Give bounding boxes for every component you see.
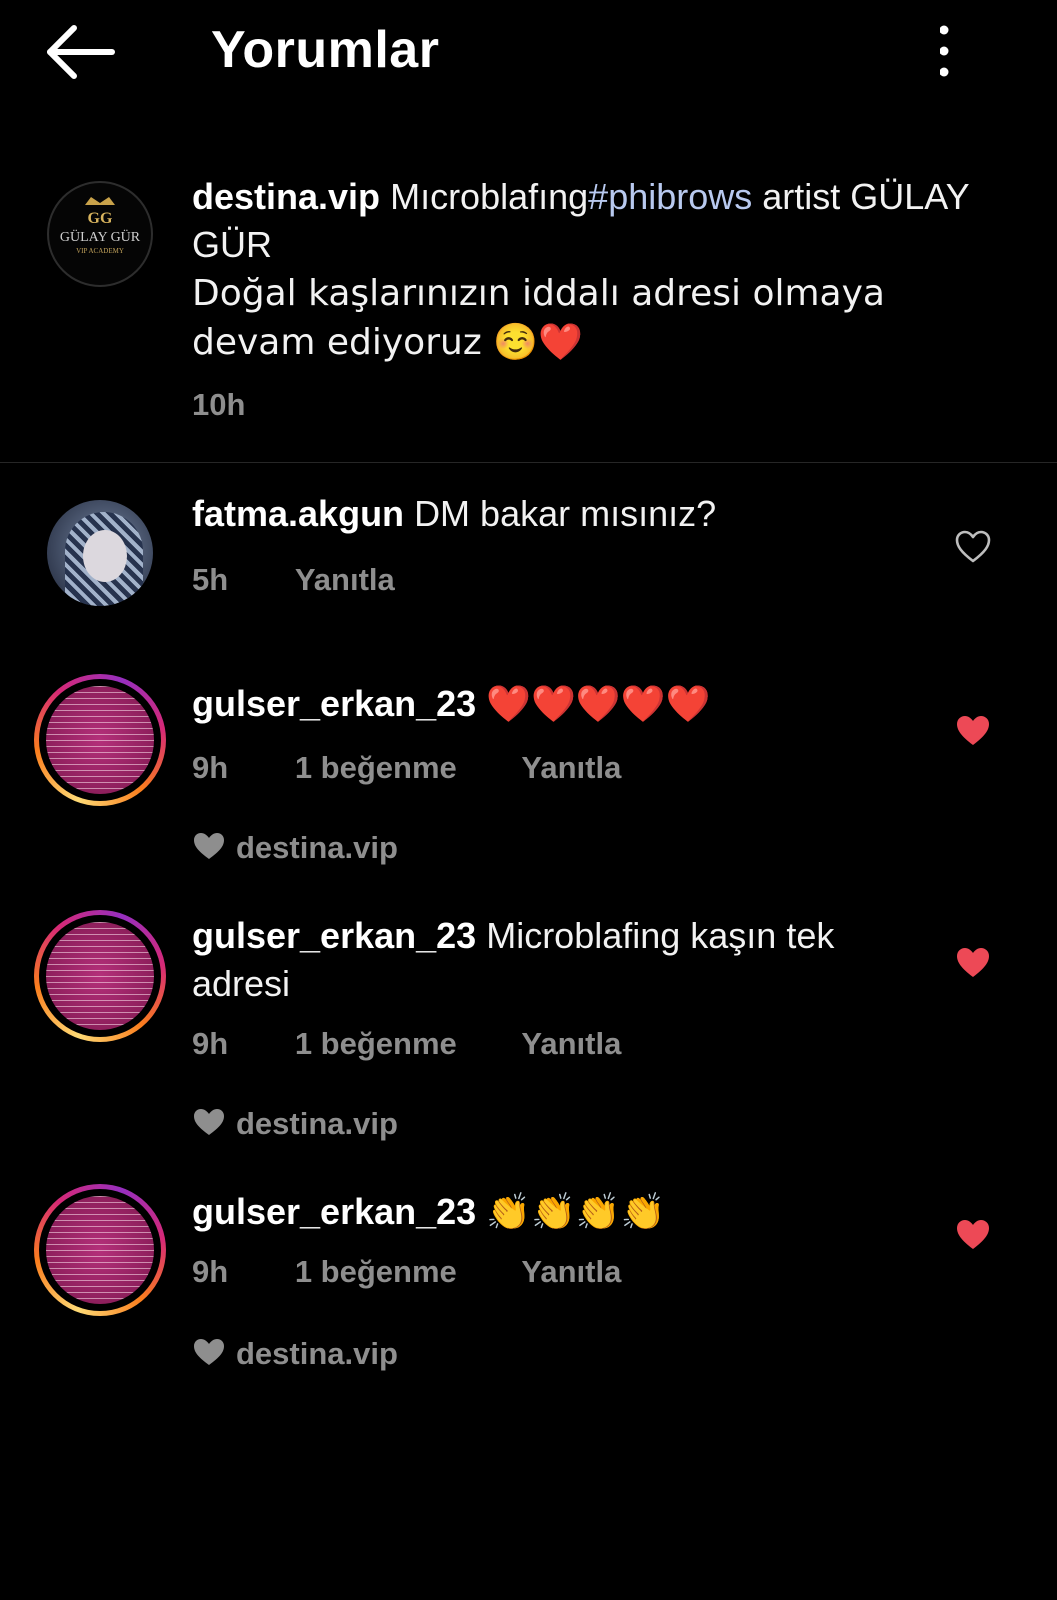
heart-icon xyxy=(192,1337,226,1367)
creator-liked-label: destina.vip xyxy=(192,830,398,866)
creator-liked-label: destina.vip xyxy=(192,1106,398,1142)
gulay-gur-logo-avatar[interactable]: GG GÜLAY GÜR VIP ACADEMY xyxy=(47,181,153,287)
story-ring-avatar[interactable] xyxy=(34,674,166,806)
comment-username[interactable]: gulser_erkan_23 xyxy=(192,915,476,956)
comment-timestamp: 9h xyxy=(192,1254,229,1289)
avatar xyxy=(46,1196,154,1304)
caption-timestamp: 10h xyxy=(192,387,246,422)
reply-button[interactable]: Yanıtla xyxy=(521,1026,621,1062)
comment-username[interactable]: gulser_erkan_23 xyxy=(192,683,476,724)
comment-timestamp: 9h xyxy=(192,1026,229,1061)
caption-text-start: Mıcroblafıng xyxy=(390,176,589,217)
back-button[interactable] xyxy=(40,20,120,90)
comment-body: DM bakar mısınız? xyxy=(414,493,717,534)
like-button[interactable] xyxy=(955,946,991,980)
comment-body: 👏👏👏👏 xyxy=(486,1192,666,1233)
page-title: Yorumlar xyxy=(211,21,440,79)
like-button[interactable] xyxy=(955,530,991,564)
likes-count[interactable]: 1 beğenme xyxy=(295,750,457,786)
reply-button[interactable]: Yanıtla xyxy=(521,1254,621,1290)
comment-timestamp: 9h xyxy=(192,750,229,785)
comment-meta: 9h 1 beğenme Yanıtla xyxy=(192,1026,621,1062)
liked-by-username[interactable]: destina.vip xyxy=(236,830,398,865)
likes-count[interactable]: 1 beğenme xyxy=(295,1026,457,1062)
top-bar: Yorumlar xyxy=(0,0,1057,110)
heart-icon xyxy=(192,831,226,861)
divider xyxy=(0,462,1057,463)
comment-text: gulser_erkan_23 ❤️❤️❤️❤️❤️ xyxy=(192,680,922,729)
likes-count[interactable]: 1 beğenme xyxy=(295,1254,457,1290)
more-options-button[interactable] xyxy=(939,22,986,80)
heart-filled-icon xyxy=(957,716,989,745)
avatar xyxy=(46,686,154,794)
story-ring-avatar[interactable] xyxy=(34,1184,166,1316)
like-button[interactable] xyxy=(955,1218,991,1252)
heart-filled-icon xyxy=(957,948,989,977)
logo-subtext: VIP ACADEMY xyxy=(76,247,124,255)
comment-meta: 9h 1 beğenme Yanıtla xyxy=(192,1254,621,1290)
avatar[interactable] xyxy=(47,500,153,606)
arrow-left-icon xyxy=(47,25,115,79)
comment-text: gulser_erkan_23 👏👏👏👏 xyxy=(192,1188,922,1237)
story-ring-avatar[interactable] xyxy=(34,910,166,1042)
liked-by-username[interactable]: destina.vip xyxy=(236,1106,398,1141)
creator-liked-label: destina.vip xyxy=(192,1336,398,1372)
caption-text: destina.vip Mıcroblafıng#phibrows artist… xyxy=(192,173,972,367)
liked-by-username[interactable]: destina.vip xyxy=(236,1336,398,1371)
svg-text:GG: GG xyxy=(88,210,113,227)
comment-meta: 5h Yanıtla xyxy=(192,562,395,598)
caption-line-2: Doğal kaşlarınızın iddalı adresi olmaya … xyxy=(192,273,885,363)
heart-icon xyxy=(192,1107,226,1137)
comment-meta: 9h 1 beğenme Yanıtla xyxy=(192,750,621,786)
comment-username[interactable]: fatma.akgun xyxy=(192,493,404,534)
comment-timestamp: 5h xyxy=(192,562,229,597)
avatar xyxy=(46,922,154,1030)
reply-button[interactable]: Yanıtla xyxy=(295,562,395,598)
more-vertical-icon xyxy=(939,25,949,77)
comment-body: ❤️❤️❤️❤️❤️ xyxy=(486,684,711,725)
comment-username[interactable]: gulser_erkan_23 xyxy=(192,1191,476,1232)
logo-text: GÜLAY GÜR xyxy=(60,228,141,245)
like-button[interactable] xyxy=(955,714,991,748)
caption-hashtag[interactable]: #phibrows xyxy=(588,176,752,217)
comments-screen: Yorumlar GG GÜLAY GÜR VIP ACADEMY destin… xyxy=(0,0,1057,1600)
heart-filled-icon xyxy=(957,1220,989,1249)
reply-button[interactable]: Yanıtla xyxy=(521,750,621,786)
heart-outline-icon xyxy=(955,530,991,563)
comment-text: fatma.akgun DM bakar mısınız? xyxy=(192,490,922,538)
comment-text: gulser_erkan_23 Microblafing kaşın tek a… xyxy=(192,912,922,1008)
caption-username[interactable]: destina.vip xyxy=(192,176,380,217)
post-caption: GG GÜLAY GÜR VIP ACADEMY destina.vip Mıc… xyxy=(0,165,1057,465)
